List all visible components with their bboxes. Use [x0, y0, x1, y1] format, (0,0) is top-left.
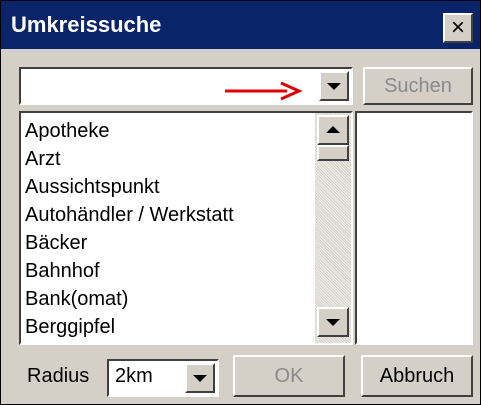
list-item[interactable]: Apotheke: [25, 117, 313, 145]
annotation-arrow-icon: [225, 81, 303, 101]
scroll-down-button[interactable]: [317, 307, 349, 337]
chevron-down-icon: [326, 319, 340, 326]
title-bar: Umkreissuche ×: [1, 1, 480, 49]
radius-value: 2km: [115, 365, 153, 387]
chevron-up-icon: [326, 126, 340, 133]
chevron-down-icon: [193, 375, 207, 382]
radius-label: Radius: [27, 365, 90, 387]
chevron-down-icon: [327, 83, 341, 90]
dialog-window: Umkreissuche × Suchen Apotheke Arzt Auss…: [0, 0, 481, 405]
list-scrollbar[interactable]: [315, 113, 351, 343]
window-title: Umkreissuche: [11, 12, 162, 37]
list-item[interactable]: Bäcker: [25, 229, 313, 257]
list-item[interactable]: Autohändler / Werkstatt: [25, 201, 313, 229]
results-panel: [355, 111, 473, 345]
scroll-thumb[interactable]: [317, 145, 349, 161]
radius-dropdown-button[interactable]: [185, 363, 215, 393]
close-button[interactable]: ×: [443, 13, 473, 43]
category-list[interactable]: Apotheke Arzt Aussichtspunkt Autohändler…: [19, 111, 353, 345]
category-dropdown-button[interactable]: [319, 71, 349, 101]
search-button[interactable]: Suchen: [363, 67, 473, 105]
cancel-button[interactable]: Abbruch: [361, 355, 473, 397]
list-item[interactable]: Bank(omat): [25, 285, 313, 313]
list-item[interactable]: Berggipfel: [25, 313, 313, 341]
list-item[interactable]: Bahnhof: [25, 257, 313, 285]
scroll-up-button[interactable]: [317, 115, 349, 145]
list-item[interactable]: Arzt: [25, 145, 313, 173]
category-list-items: Apotheke Arzt Aussichtspunkt Autohändler…: [25, 117, 313, 341]
list-item[interactable]: Aussichtspunkt: [25, 173, 313, 201]
ok-button[interactable]: OK: [233, 355, 345, 397]
radius-combobox[interactable]: 2km: [107, 359, 219, 397]
